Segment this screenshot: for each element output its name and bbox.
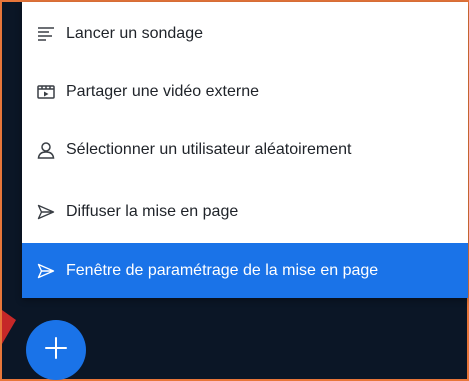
- menu-item-label: Partager une vidéo externe: [66, 82, 260, 100]
- menu-item-broadcast-layout[interactable]: Diffuser la mise en page: [22, 184, 468, 239]
- menu-item-label: Lancer un sondage: [66, 24, 203, 42]
- menu-item-start-poll[interactable]: Lancer un sondage: [22, 6, 468, 61]
- menu-item-layout-settings-window[interactable]: Fenêtre de paramétrage de la mise en pag…: [22, 243, 468, 298]
- annotation-arrow: [2, 310, 16, 344]
- actions-fab-button[interactable]: [26, 320, 86, 380]
- user-icon: [36, 140, 56, 160]
- external-video-icon: [36, 82, 56, 102]
- poll-icon: [36, 24, 56, 44]
- menu-item-random-user[interactable]: Sélectionner un utilisateur aléatoiremen…: [22, 122, 468, 177]
- menu-item-label: Fenêtre de paramétrage de la mise en pag…: [66, 261, 379, 279]
- screenshot-frame: Lancer un sondage Partager une vidéo ext…: [0, 0, 469, 381]
- menu-item-label: Sélectionner un utilisateur aléatoiremen…: [66, 140, 352, 158]
- actions-menu: Lancer un sondage Partager une vidéo ext…: [22, 2, 468, 298]
- send-icon: [36, 202, 56, 222]
- send-icon: [36, 261, 56, 281]
- plus-icon: [44, 336, 68, 365]
- menu-item-share-external-video[interactable]: Partager une vidéo externe: [22, 64, 468, 119]
- menu-item-label: Diffuser la mise en page: [66, 202, 239, 220]
